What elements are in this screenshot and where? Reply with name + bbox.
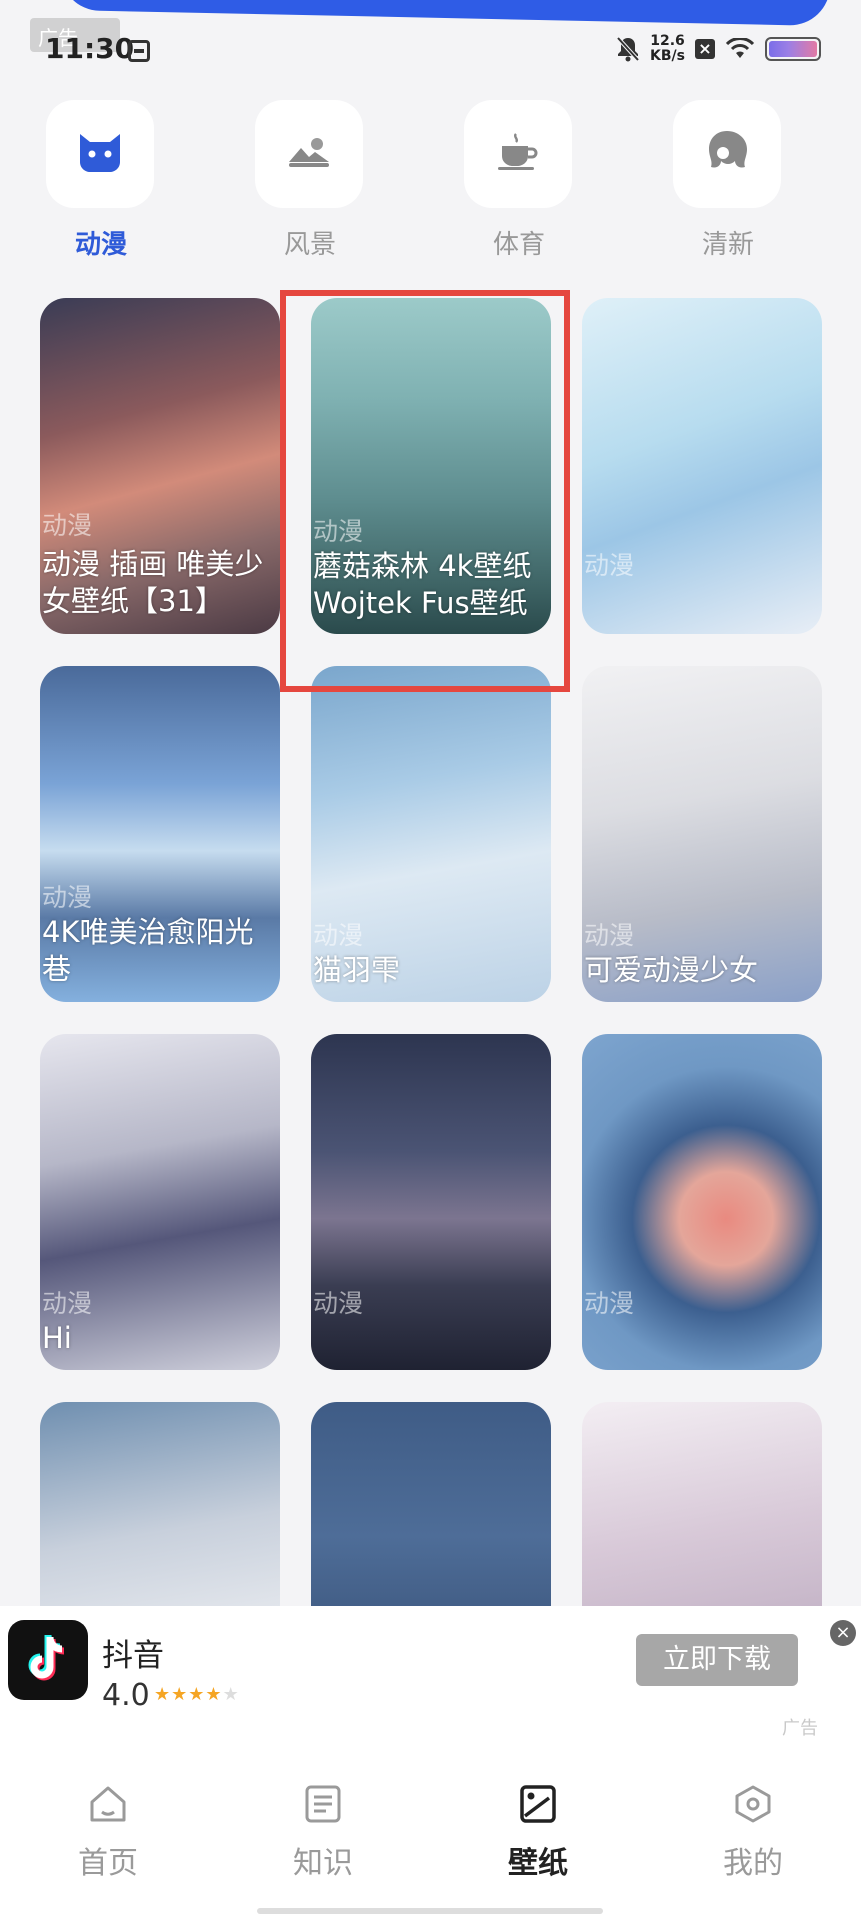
card-title: 猫羽雫	[313, 953, 401, 987]
no-sim-icon: ×	[695, 39, 715, 59]
wallpaper-card[interactable]: 动漫 Hi	[40, 1034, 280, 1370]
sim-card-icon	[128, 40, 150, 62]
tiktok-logo-icon	[8, 1620, 88, 1700]
battery-icon	[765, 37, 821, 61]
card-title: 4K唯美治愈阳光巷	[42, 915, 254, 986]
wallpaper-card[interactable]: 动漫	[582, 1034, 822, 1370]
nav-label: 我的	[723, 1846, 783, 1881]
wallpaper-card[interactable]: 动漫 可爱动漫少女	[582, 666, 822, 1002]
net-speed-value: 12.6	[650, 33, 685, 49]
card-title: 可爱动漫少女	[584, 953, 759, 987]
wallpaper-icon	[478, 1782, 598, 1826]
star-filled-icon: ★	[188, 1684, 206, 1705]
card-title: Hi	[42, 1321, 72, 1355]
status-icons: 12.6 KB/s ×	[616, 34, 821, 64]
document-icon	[263, 1782, 383, 1826]
wallpaper-card[interactable]: 动漫 动漫 插画 唯美少女壁纸【31】	[40, 298, 280, 634]
star-filled-icon: ★	[154, 1684, 172, 1705]
ad-rating: 4.0	[102, 1678, 150, 1713]
category-icon-box	[255, 100, 363, 208]
wallpaper-card[interactable]	[40, 1402, 280, 1606]
status-time: 11:30	[45, 32, 135, 65]
category-icon-box	[46, 100, 154, 208]
landscape-icon	[287, 136, 331, 172]
card-category: 动漫	[42, 883, 93, 912]
nav-label: 壁纸	[508, 1846, 568, 1881]
card-title: 动漫 插画 唯美少女壁纸【31】	[42, 547, 264, 618]
wallpaper-app-screen: 广告 11:30 12.6 KB/s × 动漫 风景 体育 清新 动漫 动漫 插…	[0, 0, 861, 1920]
coffee-cup-icon	[496, 132, 540, 176]
ad-app-name: 抖音	[102, 1638, 164, 1674]
card-category: 动漫	[42, 511, 93, 540]
nav-item-home[interactable]: 首页	[48, 1782, 168, 1882]
nav-item-wallpaper[interactable]: 壁纸	[478, 1782, 598, 1882]
wallpaper-card[interactable]: 动漫	[582, 298, 822, 634]
bell-mute-icon	[616, 36, 640, 62]
category-tabs: 动漫 风景 体育 清新	[0, 100, 861, 270]
card-category: 动漫	[313, 1289, 364, 1318]
cat-face-icon	[76, 130, 124, 178]
network-speed: 12.6 KB/s	[650, 34, 685, 64]
category-icon-box	[464, 100, 572, 208]
battery-level	[769, 41, 817, 57]
category-label: 清新	[701, 230, 754, 260]
star-filled-icon: ★	[205, 1684, 223, 1705]
wallpaper-card[interactable]: 动漫 猫羽雫	[311, 666, 551, 1002]
category-tab-sports[interactable]: 体育	[464, 100, 574, 261]
star-filled-icon: ★	[171, 1684, 189, 1705]
card-category: 动漫	[42, 1289, 93, 1318]
wallpaper-card[interactable]	[311, 1402, 551, 1606]
nav-label: 首页	[78, 1846, 138, 1881]
net-speed-unit: KB/s	[650, 48, 685, 64]
category-tab-anime[interactable]: 动漫	[46, 100, 156, 261]
card-category: 动漫	[313, 921, 364, 950]
wallpaper-card[interactable]: 动漫	[311, 1034, 551, 1370]
category-label: 体育	[492, 230, 545, 260]
selection-highlight	[280, 290, 570, 692]
ad-banner[interactable]: 抖音 4.0 ★★★★★ 立即下载 × 广告	[0, 1606, 861, 1742]
category-icon-box	[673, 100, 781, 208]
status-bar: 11:30 12.6 KB/s ×	[0, 28, 861, 72]
top-banner-strip	[59, 0, 831, 27]
girl-head-icon	[705, 129, 749, 179]
close-ad-icon[interactable]: ×	[830, 1620, 856, 1646]
category-tab-fresh[interactable]: 清新	[673, 100, 783, 261]
download-now-button[interactable]: 立即下载	[636, 1634, 798, 1686]
home-indicator[interactable]	[257, 1908, 603, 1914]
card-category: 动漫	[584, 921, 635, 950]
bottom-navigation: 首页 知识 壁纸 我的	[0, 1742, 861, 1920]
category-label: 动漫	[74, 230, 127, 260]
ad-label: 广告	[782, 1718, 818, 1739]
nav-label: 知识	[293, 1846, 353, 1881]
wallpaper-card[interactable]	[582, 1402, 822, 1606]
home-icon	[48, 1782, 168, 1826]
wifi-icon	[725, 38, 755, 60]
hexagon-icon	[693, 1782, 813, 1826]
star-empty-icon: ★	[222, 1684, 240, 1705]
category-tab-scenery[interactable]: 风景	[255, 100, 365, 261]
card-category: 动漫	[584, 1289, 635, 1318]
nav-item-profile[interactable]: 我的	[693, 1782, 813, 1882]
nav-item-knowledge[interactable]: 知识	[263, 1782, 383, 1882]
wallpaper-card[interactable]: 动漫 4K唯美治愈阳光巷	[40, 666, 280, 1002]
rating-stars: ★★★★★	[154, 1684, 240, 1705]
card-category: 动漫	[584, 551, 635, 580]
category-label: 风景	[283, 230, 336, 260]
